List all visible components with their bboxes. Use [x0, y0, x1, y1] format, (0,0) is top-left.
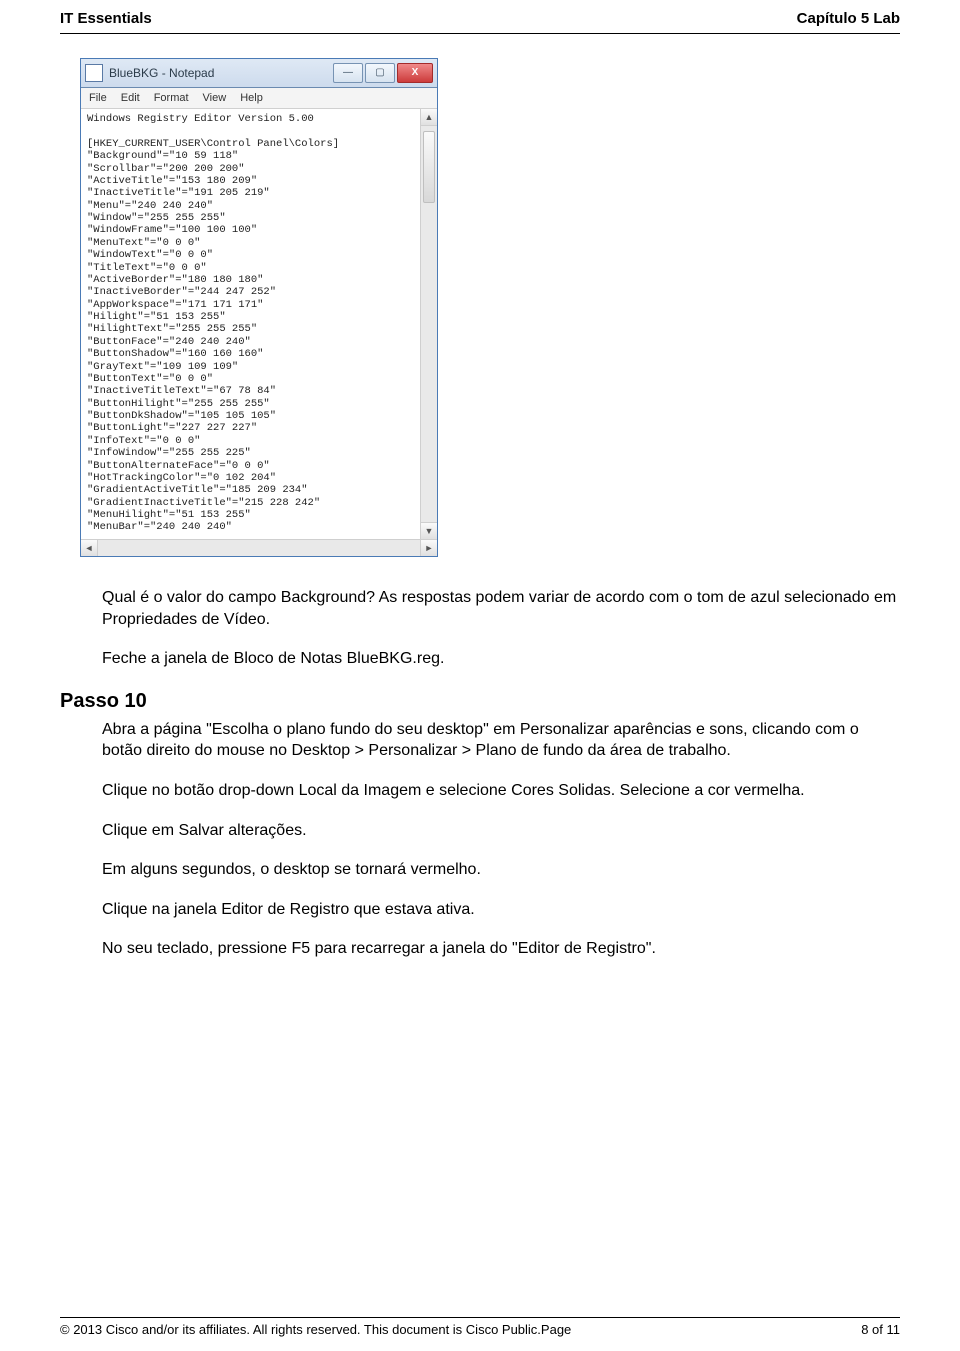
page: IT Essentials Capítulo 5 Lab BlueBKG - N…: [0, 0, 960, 1351]
menu-view[interactable]: View: [203, 92, 227, 104]
footer-left: © 2013 Cisco and/or its affiliates. All …: [60, 1322, 571, 1337]
header-rule: [60, 33, 900, 34]
menu-edit[interactable]: Edit: [121, 92, 140, 104]
paragraph: No seu teclado, pressione F5 para recarr…: [102, 938, 900, 960]
paragraph: Feche a janela de Bloco de Notas BlueBKG…: [102, 648, 900, 670]
paragraph: Abra a página "Escolha o plano fundo do …: [102, 719, 900, 762]
paragraph: Clique no botão drop-down Local da Image…: [102, 780, 900, 802]
scroll-down-icon[interactable]: ▼: [421, 522, 437, 539]
horizontal-scrollbar[interactable]: ◄ ►: [81, 539, 437, 556]
menu-file[interactable]: File: [89, 92, 107, 104]
paragraph: Clique na janela Editor de Registro que …: [102, 899, 900, 921]
menu-format[interactable]: Format: [154, 92, 189, 104]
scroll-thumb[interactable]: [423, 131, 435, 203]
window-controls: — ▢ X: [333, 63, 433, 83]
window-title: BlueBKG - Notepad: [109, 66, 333, 80]
minimize-button[interactable]: —: [333, 63, 363, 83]
scroll-right-icon[interactable]: ►: [420, 540, 437, 556]
scroll-left-icon[interactable]: ◄: [81, 540, 98, 556]
step-heading: Passo 10: [60, 688, 900, 715]
editor-content[interactable]: Windows Registry Editor Version 5.00 [HK…: [81, 109, 420, 539]
scroll-up-icon[interactable]: ▲: [421, 109, 437, 126]
close-button[interactable]: X: [397, 63, 433, 83]
editor-client-area: Windows Registry Editor Version 5.00 [HK…: [81, 109, 437, 539]
paragraph: Qual é o valor do campo Background? As r…: [102, 587, 900, 630]
header-left: IT Essentials: [60, 10, 152, 27]
page-footer: © 2013 Cisco and/or its affiliates. All …: [60, 1317, 900, 1337]
notepad-icon: [85, 64, 103, 82]
document-body: Qual é o valor do campo Background? As r…: [102, 587, 900, 960]
maximize-button[interactable]: ▢: [365, 63, 395, 83]
paragraph: Em alguns segundos, o desktop se tornará…: [102, 859, 900, 881]
menu-help[interactable]: Help: [240, 92, 263, 104]
footer-right: 8 of 11: [861, 1322, 900, 1337]
notepad-window: BlueBKG - Notepad — ▢ X File Edit Format…: [80, 58, 438, 557]
vertical-scrollbar[interactable]: ▲ ▼: [420, 109, 437, 539]
titlebar[interactable]: BlueBKG - Notepad — ▢ X: [81, 59, 437, 88]
paragraph: Clique em Salvar alterações.: [102, 820, 900, 842]
header-right: Capítulo 5 Lab: [797, 10, 900, 27]
menu-bar: File Edit Format View Help: [81, 88, 437, 109]
page-header: IT Essentials Capítulo 5 Lab: [60, 10, 900, 27]
